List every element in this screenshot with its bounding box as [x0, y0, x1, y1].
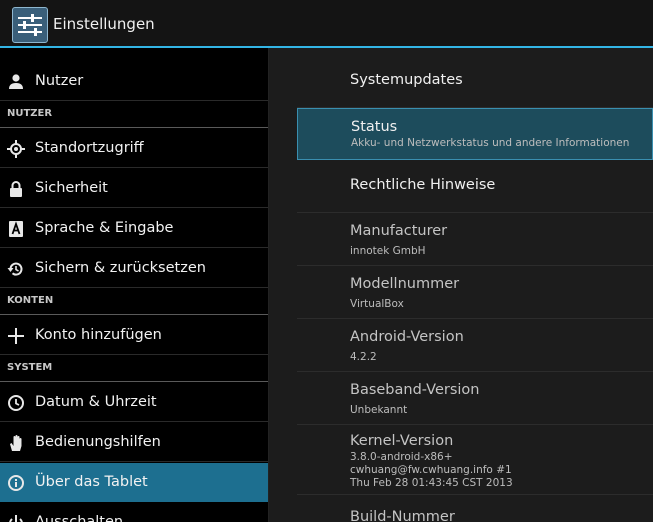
- row-summary: 3.8.0-android-x86+: [350, 451, 453, 463]
- row-title: Android-Version: [350, 329, 464, 345]
- sidebar-header-label: SYSTEM: [7, 362, 53, 373]
- location-icon: [6, 139, 26, 159]
- sidebar-header-nutzer: NUTZER: [0, 102, 268, 128]
- app-title: Einstellungen: [53, 15, 155, 33]
- row-title: Systemupdates: [350, 72, 463, 88]
- about-row-status[interactable]: Status Akku- und Netzwerkstatus und ander…: [297, 108, 653, 160]
- person-icon: [6, 72, 26, 92]
- row-summary: cwhuang@fw.cwhuang.info #1: [350, 464, 512, 476]
- about-row-systemupdates[interactable]: Systemupdates: [297, 48, 653, 108]
- about-row-build-nummer[interactable]: Build-Nummer: [297, 495, 653, 522]
- sidebar-item-sichern-zurucksetzen[interactable]: Sichern & zurücksetzen: [0, 249, 268, 288]
- backup-restore-icon: [6, 259, 26, 279]
- row-title: Status: [351, 119, 398, 135]
- sidebar-header-label: NUTZER: [7, 108, 53, 119]
- sidebar-header-system: SYSTEM: [0, 356, 268, 382]
- settings-app-icon[interactable]: [12, 7, 48, 43]
- about-row-android-version[interactable]: Android-Version 4.2.2: [297, 319, 653, 372]
- row-summary: Akku- und Netzwerkstatus und andere Info…: [351, 137, 630, 149]
- sidebar-item-label: Standortzugriff: [35, 140, 144, 156]
- action-bar: Einstellungen: [0, 0, 653, 48]
- clock-icon: [6, 393, 26, 413]
- row-title: Modellnummer: [350, 276, 460, 292]
- lock-icon: [6, 179, 26, 199]
- sidebar-item-label: Sicherheit: [35, 180, 108, 196]
- settings-sidebar: Nutzer NUTZER Standortzugriff Sicherheit Spr…: [0, 48, 268, 522]
- hand-icon: [6, 433, 26, 453]
- sidebar-item-label: Sichern & zurücksetzen: [35, 260, 206, 276]
- row-summary: VirtualBox: [350, 298, 404, 310]
- sidebar-item-konto-hinzufugen[interactable]: Konto hinzufügen: [0, 316, 268, 355]
- keyboard-a-icon: [6, 219, 26, 239]
- sidebar-header-konten: KONTEN: [0, 289, 268, 315]
- sidebar-item-ausschalten[interactable]: Ausschalten: [0, 503, 268, 522]
- row-title: Kernel-Version: [350, 433, 454, 449]
- about-row-kernel-version[interactable]: Kernel-Version 3.8.0-android-x86+ cwhuang@…: [297, 425, 653, 495]
- sidebar-item-sicherheit[interactable]: Sicherheit: [0, 169, 268, 208]
- sidebar-item-label: Über das Tablet: [35, 474, 148, 490]
- row-summary: Unbekannt: [350, 404, 408, 416]
- sidebar-item-datum-uhrzeit[interactable]: Datum & Uhrzeit: [0, 383, 268, 422]
- plus-icon: [6, 326, 26, 346]
- about-row-rechtliche-hinweise[interactable]: Rechtliche Hinweise: [297, 160, 653, 213]
- about-row-manufacturer[interactable]: Manufacturer innotek GmbH: [297, 213, 653, 266]
- row-title: Manufacturer: [350, 223, 448, 239]
- row-summary: innotek GmbH: [350, 245, 426, 257]
- row-title: Rechtliche Hinweise: [350, 177, 496, 193]
- sidebar-item-bedienungshilfen[interactable]: Bedienungshilfen: [0, 423, 268, 462]
- sidebar-item-sprache-eingabe[interactable]: Sprache & Eingabe: [0, 209, 268, 248]
- sidebar-item-nutzer[interactable]: Nutzer: [0, 62, 268, 101]
- sidebar-header-label: KONTEN: [7, 295, 54, 306]
- about-tablet-list: Systemupdates Status Akku- und Netzwerksta…: [269, 48, 653, 522]
- info-icon: [6, 473, 26, 493]
- sidebar-item-label: Datum & Uhrzeit: [35, 394, 157, 410]
- row-title: Baseband-Version: [350, 382, 480, 398]
- sidebar-item-label: Bedienungshilfen: [35, 434, 161, 450]
- row-title: Build-Nummer: [350, 509, 455, 522]
- sidebar-item-standortzugriff[interactable]: Standortzugriff: [0, 129, 268, 168]
- row-summary: Thu Feb 28 01:43:45 CST 2013: [350, 477, 513, 489]
- sidebar-item-uber-das-tablet[interactable]: Über das Tablet: [0, 463, 268, 502]
- sidebar-item-label: Sprache & Eingabe: [35, 220, 174, 236]
- sidebar-item-label: Konto hinzufügen: [35, 327, 162, 343]
- power-icon: [6, 513, 26, 522]
- sidebar-item-label: Ausschalten: [35, 514, 124, 522]
- row-summary: 4.2.2: [350, 351, 377, 363]
- sidebar-item-label: Nutzer: [35, 73, 84, 89]
- about-row-modellnummer[interactable]: Modellnummer VirtualBox: [297, 266, 653, 319]
- about-row-baseband-version[interactable]: Baseband-Version Unbekannt: [297, 372, 653, 425]
